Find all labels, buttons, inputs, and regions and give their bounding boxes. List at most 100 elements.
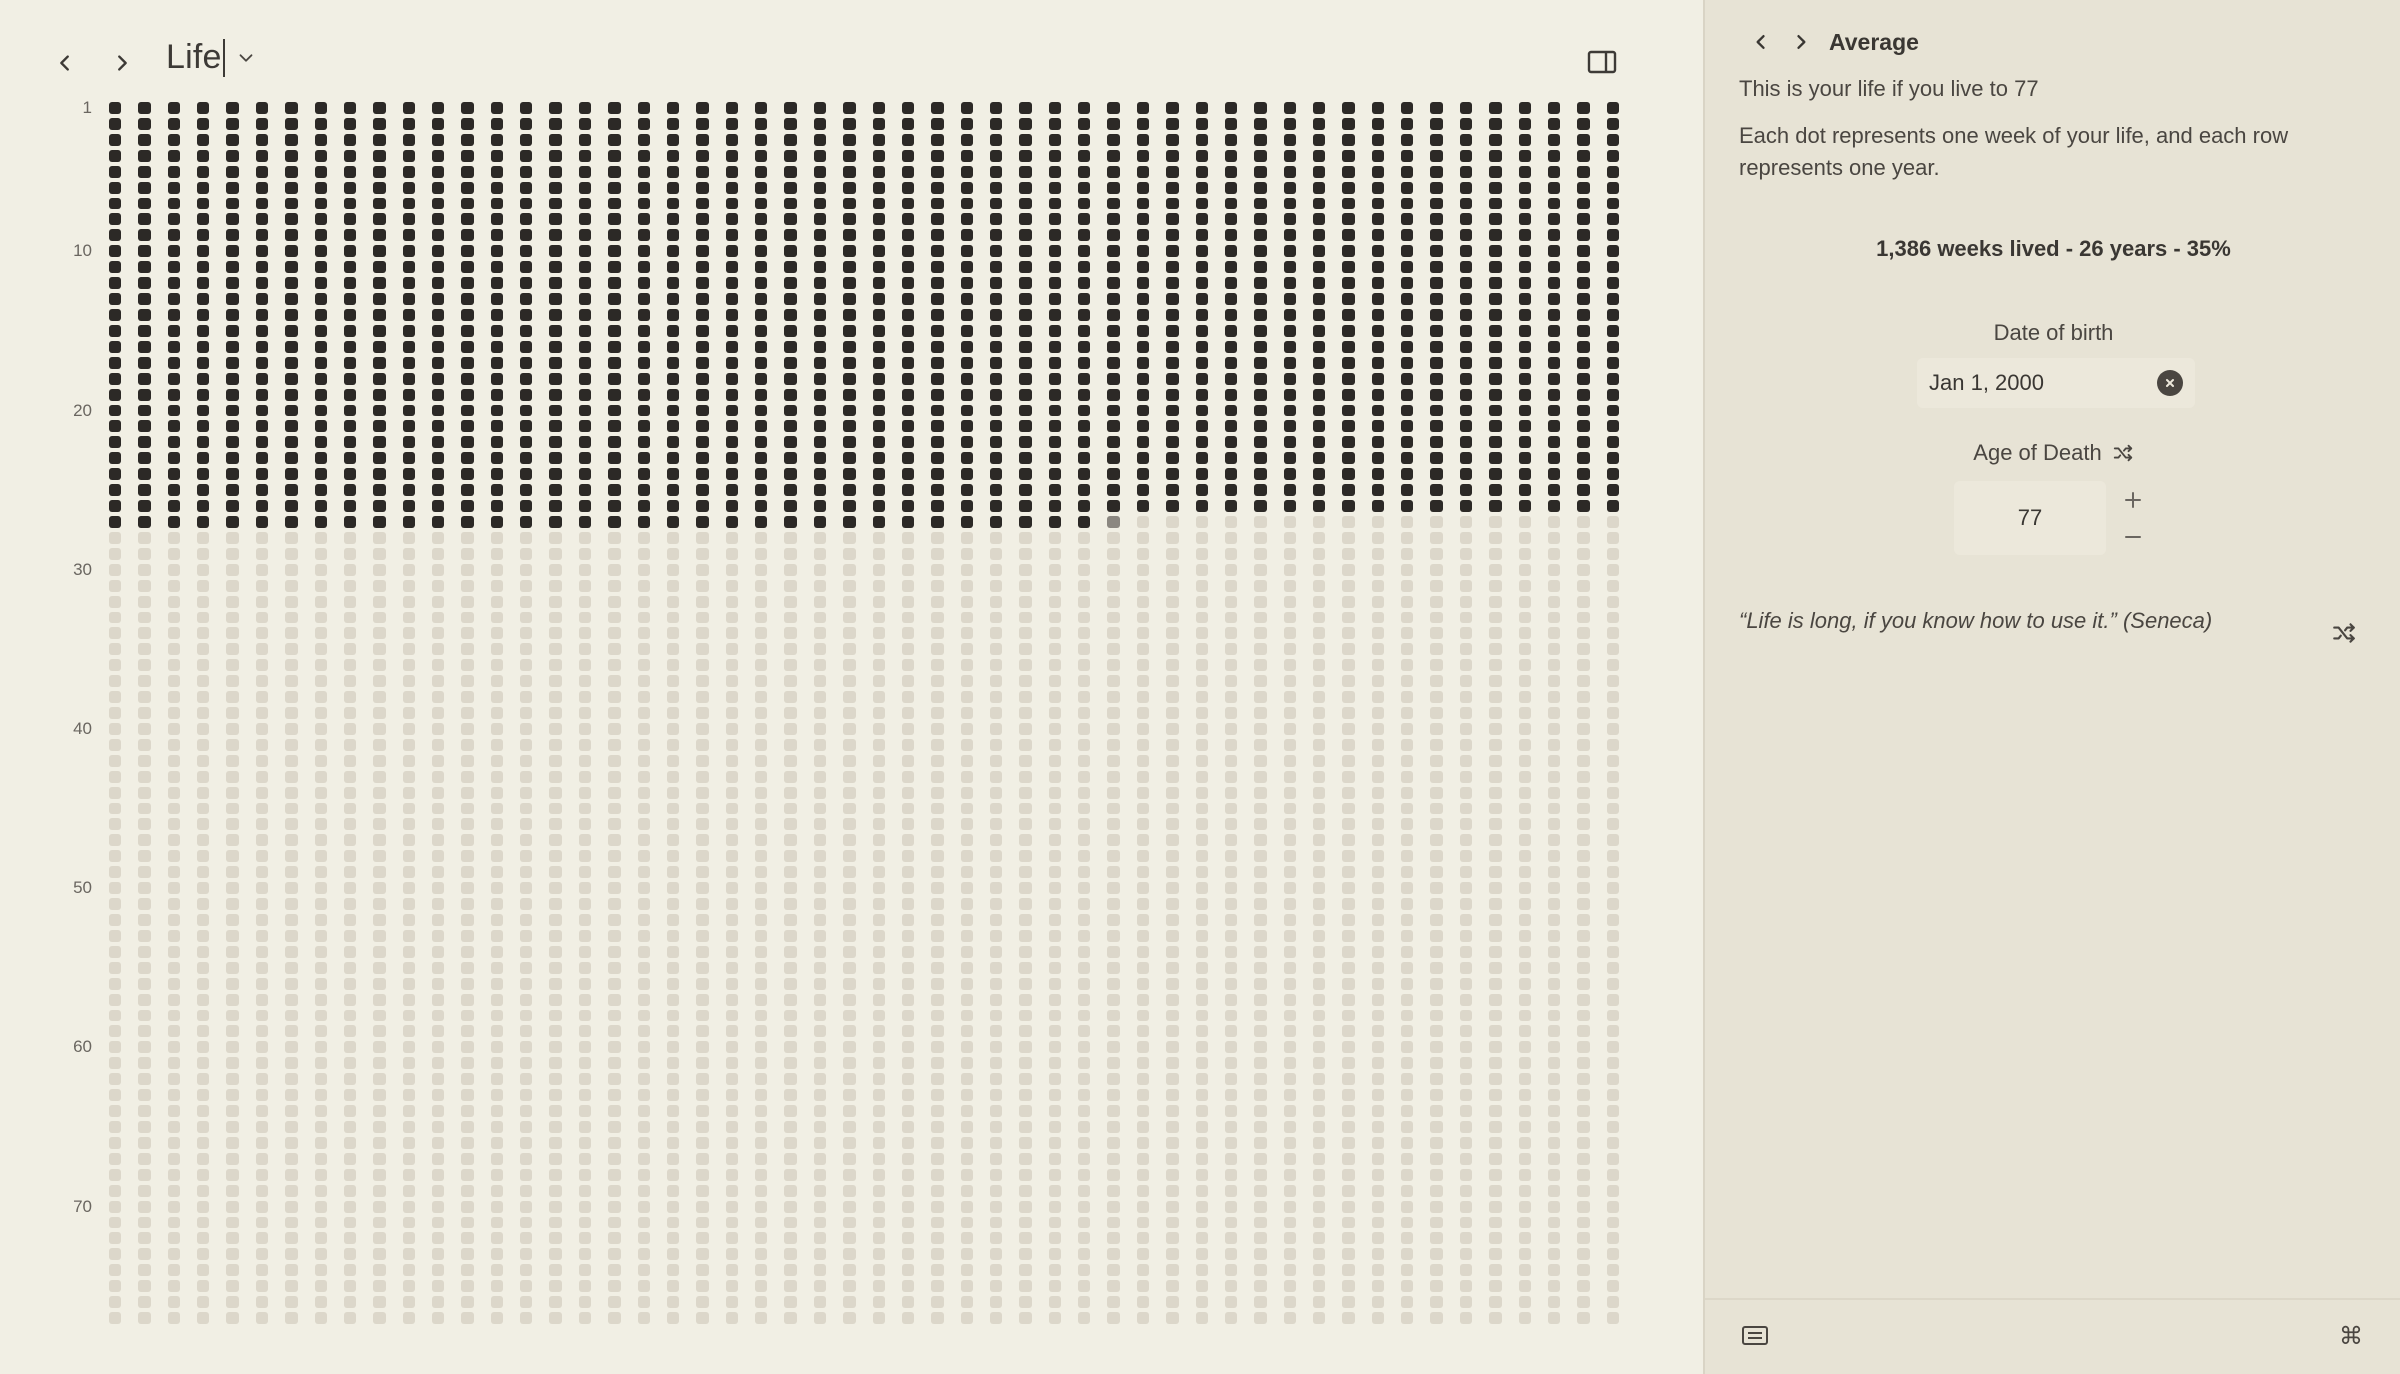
row-label: 1 xyxy=(82,98,92,117)
week-dot-lived xyxy=(578,515,592,528)
page-title-text[interactable]: Life xyxy=(166,38,222,77)
week-dot xyxy=(843,818,856,831)
week-dot xyxy=(1224,1152,1238,1165)
week-dot-lived xyxy=(872,388,885,401)
week-dot xyxy=(1371,1232,1385,1245)
week-dot xyxy=(490,834,504,847)
week-dot xyxy=(285,1200,298,1213)
week-dot-lived xyxy=(1489,340,1502,353)
week-dot-lived xyxy=(109,324,122,337)
week-dot xyxy=(490,1057,504,1070)
dob-value[interactable]: Jan 1, 2000 xyxy=(1929,370,2044,396)
week-dot xyxy=(138,611,151,624)
chevron-down-icon[interactable] xyxy=(235,47,257,69)
sidebar-toggle-icon[interactable] xyxy=(1586,46,1618,78)
week-dot-lived xyxy=(1371,468,1385,481)
forward-button[interactable] xyxy=(102,43,142,83)
week-dot xyxy=(1430,1105,1443,1117)
week-dot xyxy=(1312,691,1326,704)
panel-forward-button[interactable] xyxy=(1781,22,1821,62)
week-dot xyxy=(1459,691,1473,704)
week-dot-lived xyxy=(1048,261,1062,274)
week-dot xyxy=(931,563,944,576)
week-dot-lived xyxy=(1166,117,1179,130)
command-icon[interactable]: ⌘ xyxy=(2339,1322,2363,1350)
week-dot xyxy=(1019,1121,1032,1133)
week-dot xyxy=(461,1184,474,1197)
week-dot xyxy=(1312,834,1326,847)
week-dot xyxy=(1224,531,1238,544)
week-dot xyxy=(138,914,151,926)
shuffle-icon[interactable] xyxy=(2112,442,2134,464)
decrement-button[interactable] xyxy=(2108,518,2158,555)
week-dot xyxy=(755,659,768,672)
week-dot-lived xyxy=(1312,117,1326,130)
week-dot xyxy=(755,1136,768,1149)
week-dot xyxy=(255,802,269,815)
week-dot xyxy=(901,531,915,544)
week-dot xyxy=(872,1073,885,1086)
week-dot-lived xyxy=(1136,133,1150,146)
shuffle-icon[interactable] xyxy=(2331,620,2357,646)
week-dot xyxy=(608,929,621,942)
week-dot xyxy=(666,993,680,1006)
week-dot xyxy=(608,898,621,911)
week-dot-lived xyxy=(285,229,298,242)
week-dot xyxy=(432,945,445,958)
week-dot xyxy=(1254,547,1267,560)
week-dot-lived xyxy=(167,165,181,178)
week-dot xyxy=(255,1121,269,1133)
increment-button[interactable] xyxy=(2108,481,2158,518)
age-of-death-value[interactable]: 77 xyxy=(1954,505,2106,531)
week-dot xyxy=(1048,1296,1062,1309)
week-dot xyxy=(549,1280,562,1293)
week-dot-lived xyxy=(666,452,680,465)
week-dot xyxy=(549,1296,562,1309)
week-dot xyxy=(520,738,533,751)
age-of-death-input[interactable]: 77 xyxy=(1954,481,2106,555)
week-dot xyxy=(490,579,504,592)
week-dot xyxy=(1518,945,1531,958)
week-dot xyxy=(255,611,269,624)
week-dot xyxy=(901,977,915,990)
week-dot-lived xyxy=(784,181,797,194)
week-dot-lived xyxy=(755,117,768,130)
week-dot-lived xyxy=(725,181,739,194)
week-dot xyxy=(1254,1136,1267,1149)
back-button[interactable] xyxy=(45,43,85,83)
week-dot-lived xyxy=(1312,261,1326,274)
week-dot xyxy=(1547,738,1561,751)
week-dot xyxy=(1312,866,1326,879)
week-dot xyxy=(1254,722,1267,735)
keyboard-icon[interactable] xyxy=(1741,1324,1769,1348)
week-dot-lived xyxy=(285,372,298,385)
week-dot xyxy=(901,1280,915,1293)
week-dot xyxy=(343,898,357,911)
week-dot xyxy=(784,961,797,974)
week-dot xyxy=(1166,786,1179,799)
week-dot xyxy=(1547,531,1561,544)
week-dot xyxy=(784,659,797,672)
week-dot xyxy=(1371,866,1385,879)
week-dot xyxy=(843,563,856,576)
dob-field[interactable]: Jan 1, 2000 xyxy=(1917,358,2195,408)
week-dot xyxy=(1312,707,1326,719)
week-dot-lived xyxy=(666,515,680,528)
clear-icon[interactable] xyxy=(2157,370,2183,396)
week-dot xyxy=(1489,945,1502,958)
week-dot-lived xyxy=(1430,372,1443,385)
week-dot xyxy=(314,738,327,751)
week-dot-lived xyxy=(343,165,357,178)
week-dot-lived xyxy=(343,515,357,528)
panel-back-button[interactable] xyxy=(1741,22,1781,62)
week-dot xyxy=(1195,1009,1208,1022)
week-dot xyxy=(637,1280,650,1293)
week-dot xyxy=(666,1121,680,1133)
page-title[interactable]: Life xyxy=(166,38,257,77)
week-dot-lived xyxy=(461,117,474,130)
week-dot xyxy=(1195,1216,1208,1229)
week-dot xyxy=(1371,515,1385,528)
week-dot xyxy=(461,547,474,560)
week-dot xyxy=(1136,754,1150,767)
week-dot-lived xyxy=(1430,420,1443,433)
